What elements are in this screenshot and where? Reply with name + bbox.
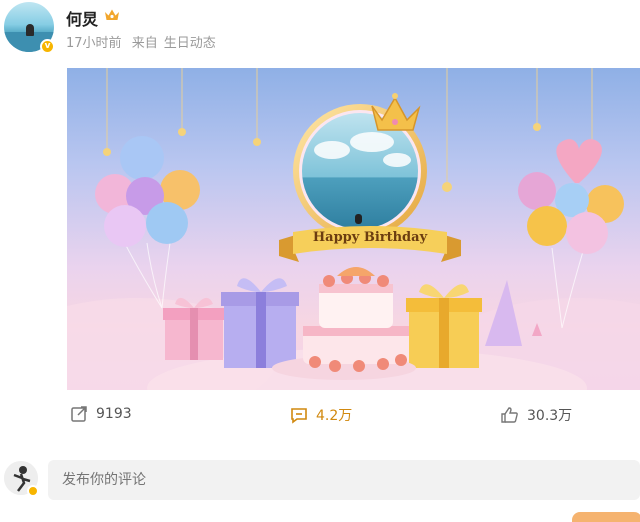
repost-icon xyxy=(71,406,87,422)
birthday-illustration xyxy=(67,68,640,390)
avatar-figure xyxy=(26,24,34,36)
partial-submit-button[interactable] xyxy=(572,512,640,522)
crown-icon xyxy=(105,9,119,20)
like-button[interactable]: 30.3万 xyxy=(500,405,572,425)
commenter-verified-icon xyxy=(27,485,39,497)
comment-icon xyxy=(291,408,307,424)
post-source-prefix: 来自 xyxy=(131,36,158,51)
comment-count: 4.2万 xyxy=(316,408,353,424)
post-source[interactable]: 生日动态 xyxy=(164,36,216,51)
verified-badge-icon: v xyxy=(40,39,55,54)
post-meta: 17小时前 来自 生日动态 xyxy=(66,32,222,51)
like-count: 30.3万 xyxy=(527,408,573,424)
username[interactable]: 何炅 xyxy=(66,6,98,30)
repost-button[interactable]: 9193 xyxy=(70,405,132,423)
comment-input[interactable] xyxy=(48,460,640,500)
birthday-image[interactable]: Happy Birthday xyxy=(67,68,640,390)
repost-count: 9193 xyxy=(96,406,132,422)
comment-button[interactable]: 4.2万 xyxy=(290,405,352,425)
post-time[interactable]: 17小时前 xyxy=(66,36,122,51)
thumbs-up-icon xyxy=(501,407,518,423)
happy-birthday-banner: Happy Birthday xyxy=(312,230,428,245)
